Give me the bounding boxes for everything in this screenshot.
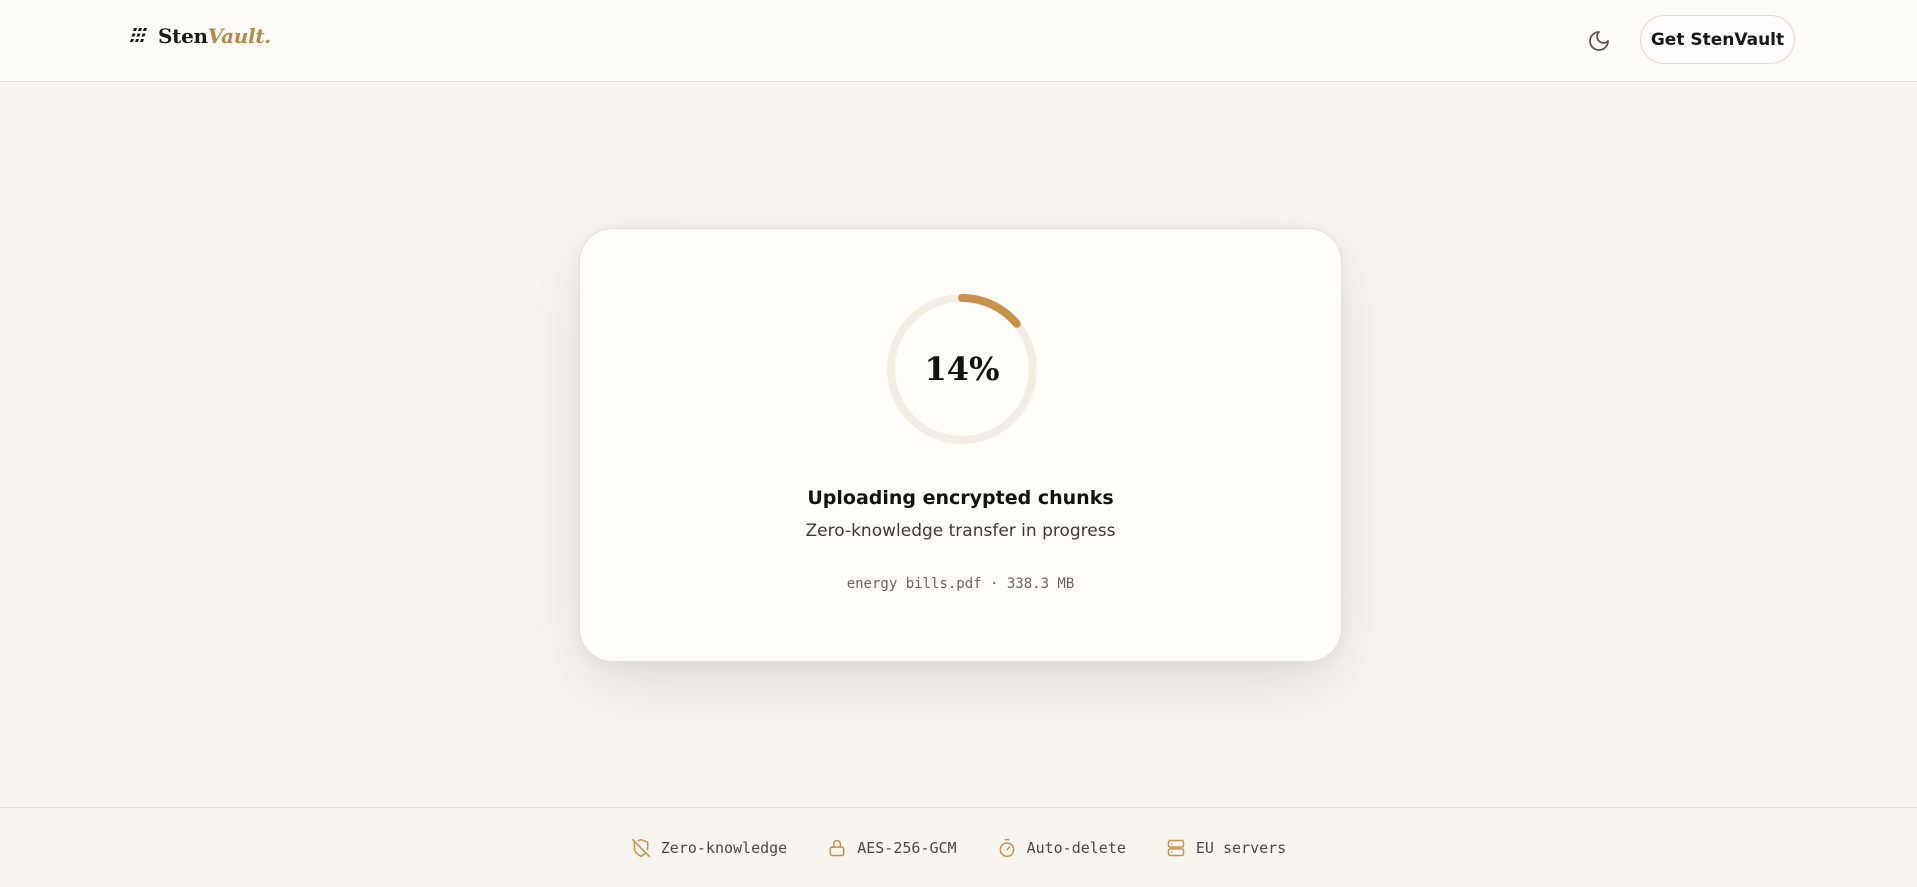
timer-icon [999, 838, 1014, 858]
lock-icon [829, 839, 845, 857]
moon-icon [1589, 31, 1609, 51]
feature-label: Auto-delete [1026, 839, 1126, 857]
feature-label: EU servers [1195, 839, 1287, 857]
upload-progress-card: 14% Uploading encrypted chunks Zero-know… [579, 228, 1342, 662]
feature-label: AES-256-GCM [857, 839, 957, 857]
footer: Zero-knowledge AES-256-GCM Auto-delete E… [0, 807, 1917, 887]
logo[interactable]: StenVault. [128, 24, 271, 48]
logo-wordmark: StenVault. [158, 24, 271, 48]
upload-progress-ring: 14% [885, 292, 1039, 446]
upload-status-title: Uploading encrypted chunks [807, 487, 1114, 509]
feature-eu-servers: EU servers [1166, 838, 1286, 858]
upload-status-subtitle: Zero-knowledge transfer in progress [805, 521, 1116, 541]
feature-auto-delete: Auto-delete [997, 838, 1126, 858]
progress-percent-label: 14% [924, 350, 1000, 388]
feature-label: Zero-knowledge [660, 839, 788, 857]
theme-toggle-button[interactable] [1584, 26, 1614, 56]
file-info: energy bills.pdf · 338.3 MB [846, 576, 1075, 592]
shield-off-icon [631, 838, 650, 858]
logo-grid-icon [130, 28, 147, 42]
get-stenvault-button[interactable]: Get StenVault [1640, 15, 1795, 64]
feature-list: Zero-knowledge AES-256-GCM Auto-delete E… [0, 838, 1917, 858]
server-icon [1167, 839, 1185, 857]
feature-aes: AES-256-GCM [827, 838, 957, 858]
top-header: StenVault. Get StenVault [0, 0, 1917, 82]
logo-text-primary: Sten [158, 24, 208, 48]
feature-zero-knowledge: Zero-knowledge [631, 838, 787, 858]
logo-text-accent: Vault. [207, 24, 271, 48]
